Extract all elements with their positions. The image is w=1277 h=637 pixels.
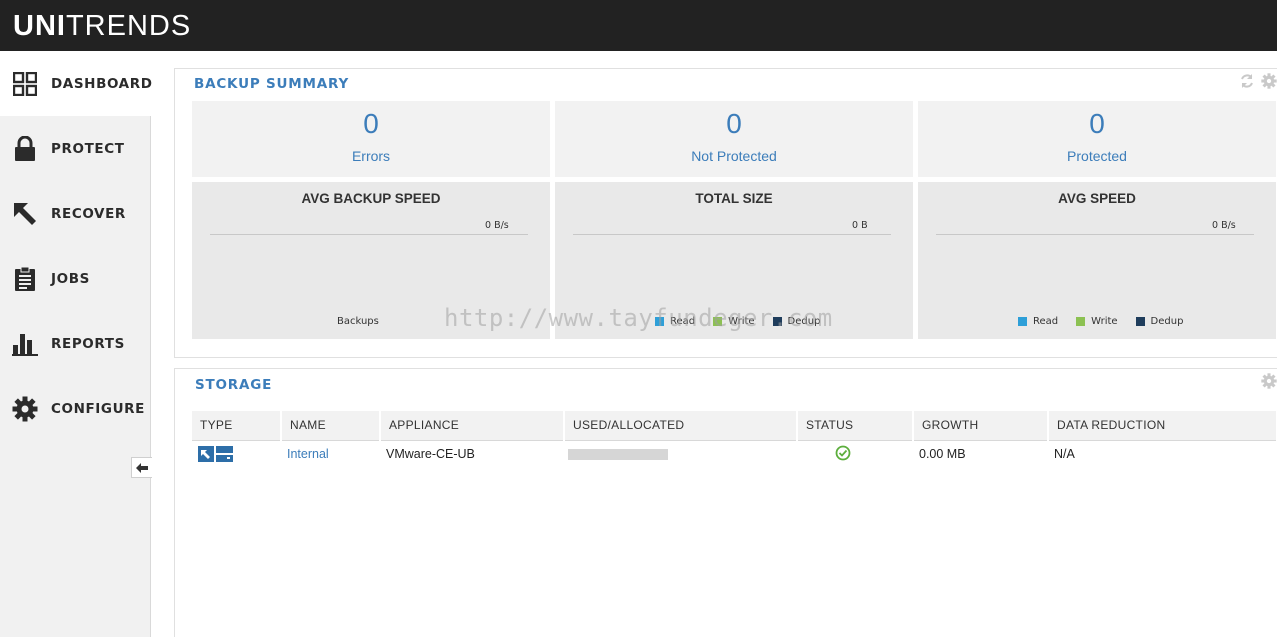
sidebar-item-dashboard[interactable]: DASHBOARD	[0, 51, 152, 116]
chart-value-label: 0 B/s	[1212, 220, 1236, 231]
legend-dedup[interactable]: Dedup	[1135, 316, 1184, 327]
chart-legend: Read Write Dedup	[1018, 316, 1183, 327]
chart-total-size: TOTAL SIZE 0 B Read Write Dedup	[555, 182, 913, 339]
legend-swatch	[655, 317, 664, 326]
recover-arrow-icon	[12, 201, 38, 227]
stat-value: 0	[726, 108, 742, 139]
sidebar-item-configure[interactable]: CONFIGURE	[0, 376, 151, 441]
legend-label: Read	[670, 316, 696, 327]
status-cell	[797, 440, 913, 468]
chart-legend: Read Write Dedup	[655, 316, 820, 327]
column-header-name[interactable]: NAME	[281, 411, 381, 441]
stat-label: Errors	[351, 148, 391, 164]
stat-protected[interactable]: 0 Protected	[918, 101, 1276, 177]
chart-value-label: 0 B/s	[485, 220, 509, 231]
appliance-cell: VMware-CE-UB	[386, 447, 475, 462]
storage-internal-icon	[198, 446, 275, 463]
storage-table: TYPE NAME APPLIANCE USED/ALLOCATED STATU…	[192, 411, 1276, 468]
dashboard-grid-icon	[12, 71, 38, 97]
legend-dedup[interactable]: Dedup	[772, 316, 821, 327]
status-ok-check-icon	[835, 445, 851, 464]
bar-chart-icon	[12, 331, 38, 357]
sidebar-item-jobs[interactable]: JOBS	[0, 246, 151, 311]
panel-title: BACKUP SUMMARY	[194, 76, 350, 92]
name-cell: Internal	[281, 440, 380, 468]
legend-read[interactable]: Read	[655, 316, 695, 327]
legend-label: Read	[1033, 316, 1059, 327]
chart-title: TOTAL SIZE	[695, 191, 773, 206]
unitrends-logo[interactable]: UNITRENDS	[13, 8, 191, 44]
stat-value: 0	[1089, 108, 1105, 139]
data-reduction-cell: N/A	[1054, 447, 1075, 462]
refresh-icon[interactable]	[1239, 73, 1255, 93]
growth-cell: 0.00 MB	[919, 447, 966, 462]
legend-swatch	[1135, 317, 1145, 326]
legend-read[interactable]: Read	[1018, 316, 1058, 327]
column-header-growth[interactable]: GROWTH	[913, 411, 1049, 441]
sidebar-item-label: REPORTS	[51, 335, 125, 352]
usage-bar	[568, 448, 668, 460]
legend-swatch	[713, 317, 723, 326]
sidebar-collapse-button[interactable]	[131, 457, 152, 478]
chart-title: AVG SPEED	[1058, 191, 1136, 206]
panel-tools	[1239, 73, 1277, 93]
table-row[interactable]: Internal VMware-CE-UB 0.00 MB N/A	[192, 440, 1276, 468]
stat-label: Protected	[1067, 148, 1127, 164]
sidebar: DASHBOARD PROTECT RECOVER JOBS REPORTS C…	[0, 51, 152, 637]
clipboard-icon	[12, 266, 38, 292]
chart-value-label: 0 B	[852, 220, 868, 231]
table-header-row: TYPE NAME APPLIANCE USED/ALLOCATED STATU…	[192, 411, 1276, 441]
panel-settings-gear-icon[interactable]	[1261, 73, 1277, 93]
legend-swatch	[1076, 317, 1086, 326]
gear-icon	[12, 396, 38, 422]
column-header-used-allocated[interactable]: USED/ALLOCATED	[564, 411, 798, 441]
sidebar-item-label: CONFIGURE	[51, 400, 145, 417]
column-header-data-reduction[interactable]: DATA REDUCTION	[1048, 411, 1276, 441]
column-header-appliance[interactable]: APPLIANCE	[380, 411, 565, 441]
storage-name-link[interactable]: Internal	[287, 447, 329, 461]
chart-axis-line	[936, 234, 1254, 235]
panel-settings-gear-icon[interactable]	[1261, 373, 1277, 393]
stat-not-protected[interactable]: 0 Not Protected	[555, 101, 913, 177]
stat-value: 0	[363, 108, 379, 139]
sidebar-item-label: JOBS	[51, 270, 90, 287]
panel-title: STORAGE	[195, 377, 273, 393]
legend-label: Dedup	[1150, 316, 1184, 327]
chart-caption: Backups	[337, 316, 379, 327]
legend-label: Write	[728, 316, 755, 327]
column-header-type[interactable]: TYPE	[192, 411, 282, 441]
sidebar-item-protect[interactable]: PROTECT	[0, 116, 151, 181]
legend-write[interactable]: Write	[1076, 316, 1118, 327]
stat-label: Not Protected	[691, 148, 777, 164]
legend-swatch	[1018, 317, 1027, 326]
lock-icon	[12, 135, 38, 162]
sidebar-item-label: PROTECT	[51, 140, 125, 157]
chart-avg-backup-speed: AVG BACKUP SPEED 0 B/s Backups	[192, 182, 550, 339]
sidebar-item-reports[interactable]: REPORTS	[0, 311, 151, 376]
chart-avg-speed: AVG SPEED 0 B/s Read Write Dedup	[918, 182, 1276, 339]
legend-label: Write	[1091, 316, 1118, 327]
legend-label: Dedup	[787, 316, 821, 327]
column-header-status[interactable]: STATUS	[797, 411, 914, 441]
chart-axis-line	[210, 234, 528, 235]
stat-errors[interactable]: 0 Errors	[192, 101, 550, 177]
sidebar-item-label: RECOVER	[51, 205, 126, 222]
legend-write[interactable]: Write	[713, 316, 755, 327]
chart-axis-line	[573, 234, 891, 235]
arrow-left-icon	[136, 458, 148, 477]
sidebar-item-recover[interactable]: RECOVER	[0, 181, 151, 246]
storage-panel: STORAGE	[174, 368, 1277, 637]
sidebar-item-label: DASHBOARD	[51, 75, 153, 92]
panel-tools	[1261, 373, 1277, 393]
top-bar: UNITRENDS	[0, 0, 1277, 51]
type-cell	[192, 440, 281, 468]
used-allocated-cell	[564, 440, 797, 468]
chart-title: AVG BACKUP SPEED	[301, 191, 441, 206]
legend-swatch	[772, 317, 782, 326]
